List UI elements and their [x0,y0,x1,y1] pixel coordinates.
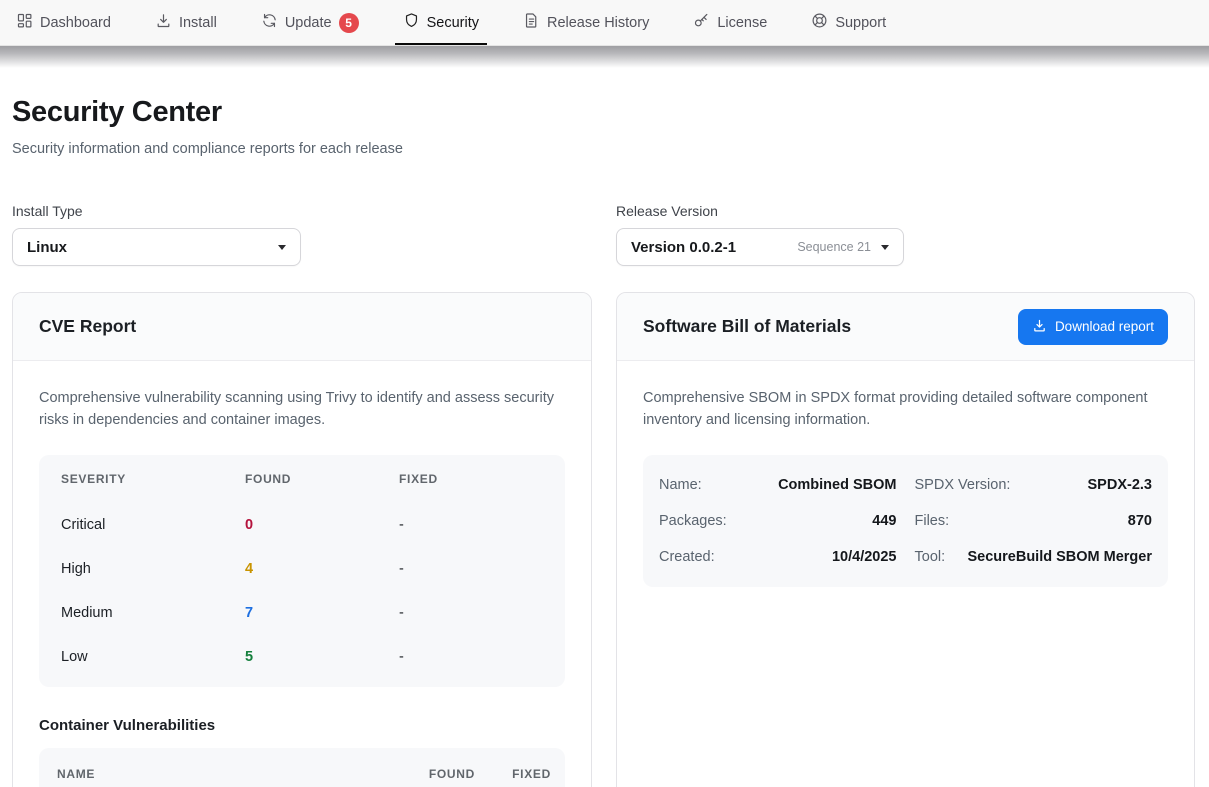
cve-card-body: Comprehensive vulnerability scanning usi… [13,361,591,787]
detail-files: Files: 870 [915,503,1153,539]
nav-label: Dashboard [40,15,111,31]
download-icon [1032,318,1047,336]
release-version-field: Release Version Version 0.0.2-1 Sequence… [616,203,1195,266]
document-icon [523,12,540,33]
nav-item-update[interactable]: Update 5 [251,0,369,45]
detail-value: 870 [1128,513,1152,529]
filters-row: Install Type Linux Release Version Versi… [12,203,1197,266]
severity-table-header: SEVERITY FOUND FIXED [39,455,565,503]
chevron-down-icon [881,245,889,250]
container-vulnerabilities-heading: Container Vulnerabilities [39,717,565,734]
nav-label: Support [835,15,886,31]
refresh-icon [261,12,278,33]
col-fixed: FIXED [497,767,551,781]
severity-table: SEVERITY FOUND FIXED Critical 0 - High 4… [39,455,565,687]
fixed-count: - [399,517,543,533]
detail-value: SPDX-2.3 [1088,477,1152,493]
detail-label: Created: [659,549,715,565]
detail-tool: Tool: SecureBuild SBOM Merger [915,539,1153,575]
chevron-down-icon [278,245,286,250]
release-version-sequence: Sequence 21 [797,240,871,254]
release-version-value: Version 0.0.2-1 [631,239,736,256]
table-row-high: High 4 - [39,547,565,591]
cards-row: CVE Report Comprehensive vulnerability s… [12,292,1197,787]
sbom-details-panel: Name: Combined SBOM SPDX Version: SPDX-2… [643,455,1168,587]
col-severity: SEVERITY [61,472,245,486]
found-count: 5 [245,649,399,665]
detail-created: Created: 10/4/2025 [659,539,897,575]
release-version-select[interactable]: Version 0.0.2-1 Sequence 21 [616,228,904,266]
detail-label: Tool: [915,549,946,565]
shield-icon [403,12,420,33]
install-type-field: Install Type Linux [12,203,592,266]
update-count-badge: 5 [339,13,359,33]
col-found: FOUND [245,472,399,486]
install-type-label: Install Type [12,203,592,219]
sbom-description: Comprehensive SBOM in SPDX format provid… [643,387,1168,431]
page-subtitle: Security information and compliance repo… [12,141,1197,157]
container-table-header: NAME FOUND FIXED [39,748,565,787]
dashboard-icon [16,12,33,33]
nav-item-dashboard[interactable]: Dashboard [6,0,121,45]
found-count: 7 [245,605,399,621]
nav-item-support[interactable]: Support [801,0,896,45]
install-type-select[interactable]: Linux [12,228,301,266]
top-nav: Dashboard Install Update 5 Security Rele… [0,0,1209,46]
detail-label: Files: [915,513,950,529]
detail-label: Name: [659,477,702,493]
main-content: Security Center Security information and… [0,96,1209,787]
found-count: 0 [245,517,399,533]
detail-name: Name: Combined SBOM [659,467,897,503]
sbom-card: Software Bill of Materials Download repo… [616,292,1195,787]
col-fixed: FIXED [399,472,543,486]
nav-label: Release History [547,15,649,31]
download-report-label: Download report [1055,319,1154,334]
lifebuoy-icon [811,12,828,33]
download-icon [155,12,172,33]
severity-label: High [61,561,245,577]
key-icon [693,12,710,33]
severity-label: Critical [61,517,245,533]
col-found: FOUND [413,767,475,781]
cve-card-title: CVE Report [39,316,136,337]
detail-value: Combined SBOM [778,477,896,493]
nav-item-install[interactable]: Install [145,0,227,45]
sbom-card-header: Software Bill of Materials Download repo… [617,293,1194,361]
severity-label: Medium [61,605,245,621]
page-title: Security Center [12,96,1197,129]
nav-item-release-history[interactable]: Release History [513,0,659,45]
found-count: 4 [245,561,399,577]
download-report-button[interactable]: Download report [1018,309,1168,345]
nav-shadow-strip [0,46,1209,68]
fixed-count: - [399,605,543,621]
sbom-card-title: Software Bill of Materials [643,316,851,337]
detail-value: 10/4/2025 [832,549,897,565]
nav-label: Install [179,15,217,31]
fixed-count: - [399,561,543,577]
col-name: NAME [57,767,391,781]
detail-value: 449 [872,513,896,529]
table-row-critical: Critical 0 - [39,503,565,547]
nav-label: Security [427,15,479,31]
fixed-count: - [399,649,543,665]
detail-spdx-version: SPDX Version: SPDX-2.3 [915,467,1153,503]
nav-item-security[interactable]: Security [393,0,489,45]
nav-label: License [717,15,767,31]
install-type-value: Linux [27,239,67,256]
cve-report-card: CVE Report Comprehensive vulnerability s… [12,292,592,787]
release-version-label: Release Version [616,203,1195,219]
nav-item-license[interactable]: License [683,0,777,45]
severity-label: Low [61,649,245,665]
detail-packages: Packages: 449 [659,503,897,539]
sbom-card-body: Comprehensive SBOM in SPDX format provid… [617,361,1194,613]
nav-label: Update [285,15,332,31]
detail-value: SecureBuild SBOM Merger [967,549,1152,565]
table-row-medium: Medium 7 - [39,591,565,635]
cve-card-header: CVE Report [13,293,591,361]
cve-description: Comprehensive vulnerability scanning usi… [39,387,565,431]
detail-label: Packages: [659,513,727,529]
table-row-low: Low 5 - [39,635,565,679]
detail-label: SPDX Version: [915,477,1011,493]
